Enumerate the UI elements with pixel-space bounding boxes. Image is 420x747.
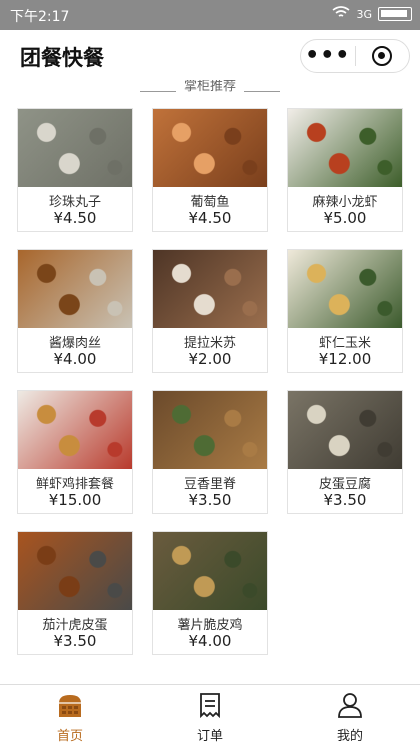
product-card[interactable]: 葡萄鱼 ¥4.50: [152, 108, 268, 232]
product-card[interactable]: 茄汁虎皮蛋 ¥3.50: [17, 531, 133, 655]
product-image: [153, 532, 267, 610]
nav-bar: 团餐快餐 •••: [0, 30, 420, 82]
product-card[interactable]: 鲜虾鸡排套餐 ¥15.00: [17, 390, 133, 514]
order-icon: [196, 691, 224, 719]
product-name: 豆香里脊: [183, 477, 236, 492]
tab-orders[interactable]: 订单: [140, 685, 280, 747]
tab-home[interactable]: 首页: [0, 685, 140, 747]
product-image: [153, 250, 267, 328]
status-bar: 下午2:17 3G: [0, 0, 420, 30]
product-image: [288, 391, 402, 469]
network-label: 3G: [356, 7, 372, 21]
product-price: ¥5.00: [323, 209, 367, 227]
product-name: 茄汁虎皮蛋: [42, 618, 108, 633]
menu-capsule: •••: [300, 39, 410, 73]
product-name: 鲜虾鸡排套餐: [35, 477, 114, 492]
battery-icon: [378, 7, 412, 21]
product-name: 提拉米苏: [183, 336, 236, 351]
product-name: 麻辣小龙虾: [312, 195, 378, 210]
product-card[interactable]: 皮蛋豆腐 ¥3.50: [287, 390, 403, 514]
product-name: 珍珠丸子: [48, 195, 101, 210]
product-card[interactable]: 麻辣小龙虾 ¥5.00: [287, 108, 403, 232]
section-divider: [244, 91, 281, 92]
tab-label: 首页: [56, 729, 83, 744]
product-image: [18, 391, 132, 469]
product-price: ¥4.00: [53, 350, 97, 368]
status-time: 下午2:17: [10, 9, 70, 25]
product-price: ¥15.00: [48, 491, 102, 509]
product-card[interactable]: 虾仁玉米 ¥12.00: [287, 249, 403, 373]
product-price: ¥3.50: [323, 491, 367, 509]
product-name: 皮蛋豆腐: [318, 477, 371, 492]
product-price: ¥12.00: [318, 350, 372, 368]
product-image: [288, 109, 402, 187]
tab-label: 我的: [336, 729, 363, 744]
product-image: [18, 532, 132, 610]
status-icons: 3G: [332, 6, 412, 22]
product-price: ¥2.00: [188, 350, 232, 368]
section-title: 掌柜推荐: [183, 80, 236, 94]
close-miniprogram-icon[interactable]: [355, 46, 409, 66]
product-name: 酱爆肉丝: [48, 336, 101, 351]
tab-label: 订单: [196, 729, 223, 744]
product-card[interactable]: 薯片脆皮鸡 ¥4.00: [152, 531, 268, 655]
product-image: [18, 109, 132, 187]
product-price: ¥3.50: [53, 632, 97, 650]
product-image: [153, 391, 267, 469]
product-image: [288, 250, 402, 328]
tab-profile[interactable]: 我的: [280, 685, 420, 747]
product-card[interactable]: 珍珠丸子 ¥4.50: [17, 108, 133, 232]
tab-bar: 首页 订单 我的: [0, 684, 420, 747]
product-price: ¥4.50: [53, 209, 97, 227]
product-card[interactable]: 酱爆肉丝 ¥4.00: [17, 249, 133, 373]
page-title: 团餐快餐: [20, 46, 104, 70]
product-image: [153, 109, 267, 187]
wifi-icon: [332, 6, 350, 22]
product-card[interactable]: 提拉米苏 ¥2.00: [152, 249, 268, 373]
product-name: 虾仁玉米: [318, 336, 371, 351]
home-icon: [56, 691, 84, 719]
product-image: [18, 250, 132, 328]
section-header: 掌柜推荐: [0, 80, 420, 94]
product-price: ¥4.50: [188, 209, 232, 227]
product-name: 薯片脆皮鸡: [177, 618, 243, 633]
product-price: ¥3.50: [188, 491, 232, 509]
product-price: ¥4.00: [188, 632, 232, 650]
product-name: 葡萄鱼: [190, 195, 230, 210]
section-divider: [139, 91, 176, 92]
user-icon: [336, 691, 364, 719]
product-card[interactable]: 豆香里脊 ¥3.50: [152, 390, 268, 514]
more-icon[interactable]: •••: [301, 45, 355, 67]
